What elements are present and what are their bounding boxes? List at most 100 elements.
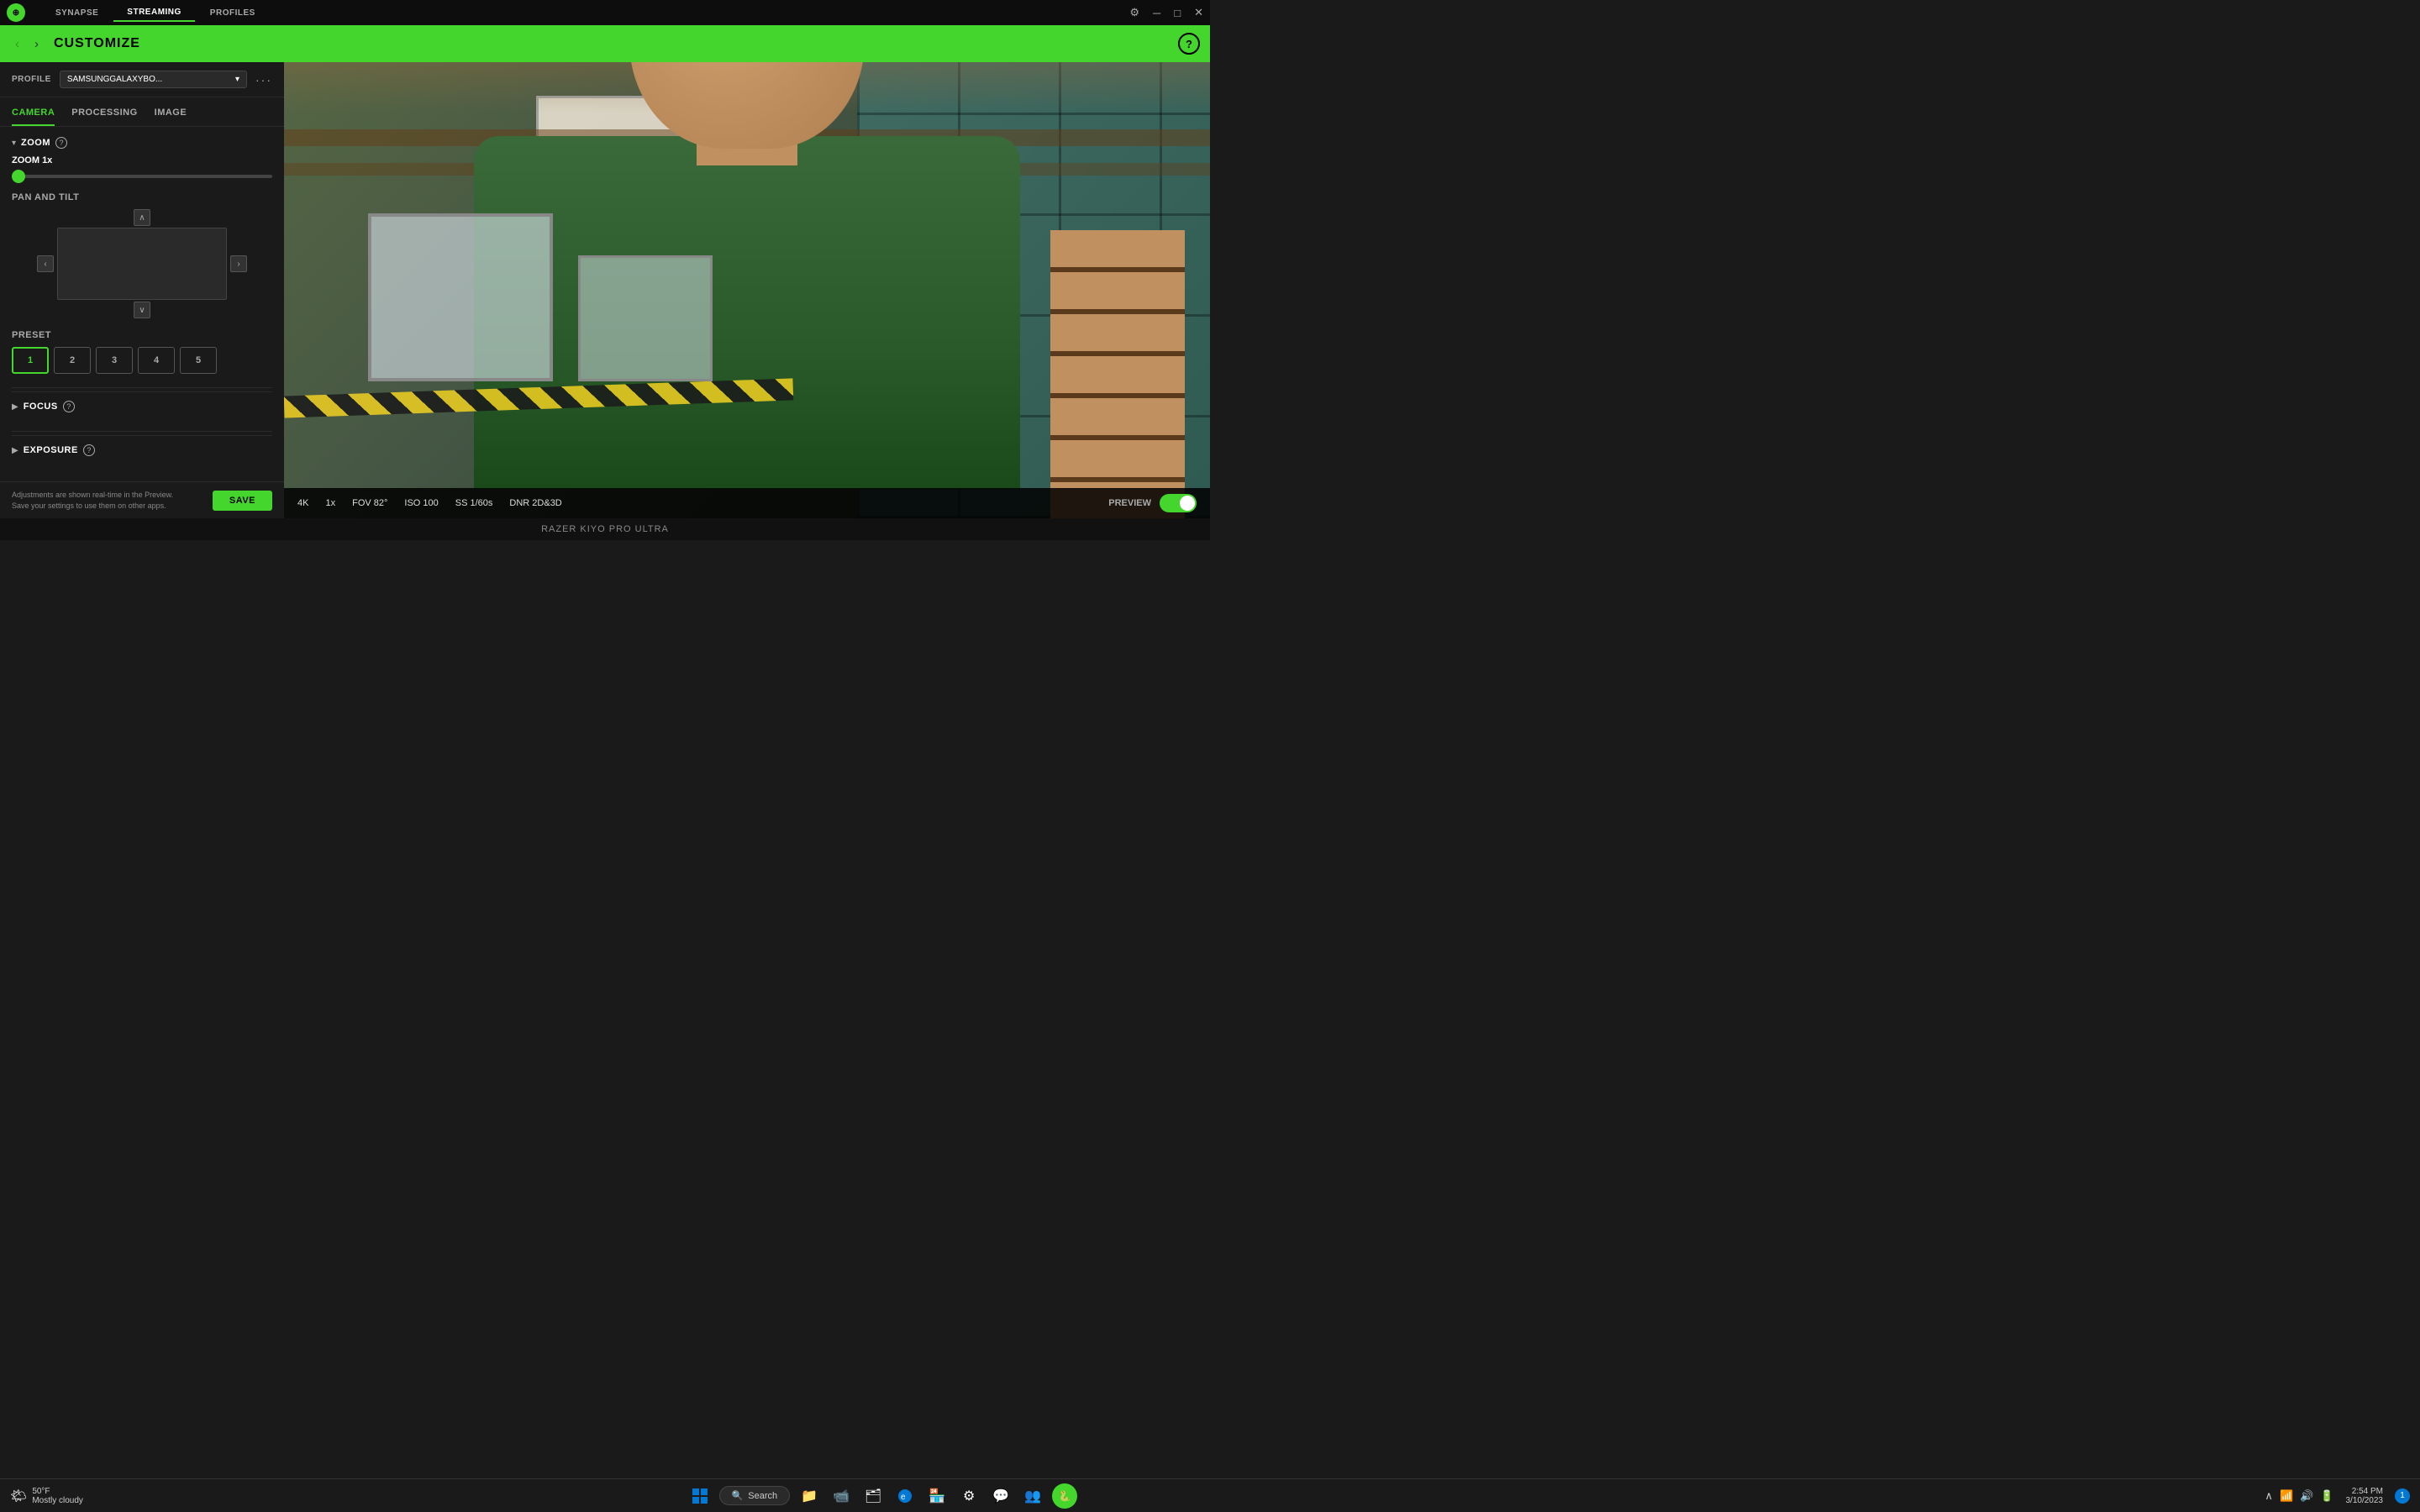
save-bar: Adjustments are shown real-time in the P… (0, 481, 284, 518)
profile-row: PROFILE SAMSUNGGALAXYBO... ▾ ··· (0, 62, 284, 97)
tab-camera[interactable]: CAMERA (12, 102, 55, 126)
zoom-value-label: ZOOM 1x (12, 155, 272, 165)
notification-badge[interactable]: 1 (2395, 1488, 2410, 1504)
taskbar-edge-icon[interactable]: e (892, 1483, 918, 1509)
page-title: CUSTOMIZE (54, 36, 1168, 51)
weather-temp: 50°F (32, 1487, 83, 1496)
taskbar-time: 2:54 PM 3/10/2023 (2346, 1487, 2384, 1505)
nav-streaming[interactable]: STREAMING (113, 4, 195, 22)
preset-buttons: 1 2 3 4 5 (12, 347, 272, 374)
taskbar-settings-icon[interactable]: ⚙ (956, 1483, 981, 1509)
profile-more-button[interactable]: ··· (255, 73, 272, 87)
bg-window-2 (578, 255, 713, 381)
focus-title: FOCUS (24, 402, 58, 412)
status-resolution: 4K (297, 498, 308, 508)
device-bar: RAZER KIYO PRO ULTRA (0, 518, 1210, 540)
header-nav-buttons: ‹ › (10, 35, 44, 53)
taskbar-files-icon[interactable]: 📁 (797, 1483, 822, 1509)
bookshelf (1050, 230, 1185, 518)
camera-preview: 4K 1x FOV 82° ISO 100 SS 1/60s DNR 2D&3D… (284, 62, 1210, 518)
preset-button-1[interactable]: 1 (12, 347, 49, 374)
app-logo: ⊕ (7, 3, 25, 22)
save-button[interactable]: SAVE (213, 491, 272, 511)
window-controls: ⚙ ─ □ ✕ (1129, 6, 1203, 19)
status-dnr: DNR 2D&3D (509, 498, 561, 508)
profile-label: PROFILE (12, 75, 51, 84)
taskbar-store-icon[interactable]: 🏪 (924, 1483, 950, 1509)
weather-text: 50°F Mostly cloudy (32, 1487, 83, 1505)
titlebar-nav: SYNAPSE STREAMING PROFILES (42, 4, 1113, 22)
taskbar-right: ∧ 📶 🔊 🔋 2:54 PM 3/10/2023 1 (2265, 1487, 2410, 1505)
back-button[interactable]: ‹ (10, 35, 24, 53)
exposure-section: ▶ EXPOSURE ? (12, 435, 272, 471)
preset-button-3[interactable]: 3 (96, 347, 133, 374)
volume-icon[interactable]: 🔊 (2300, 1489, 2313, 1503)
battery-icon[interactable]: 🔋 (2320, 1489, 2333, 1503)
preset-button-2[interactable]: 2 (54, 347, 91, 374)
preview-toggle-area: PREVIEW (1108, 494, 1197, 512)
person-body (474, 136, 1020, 489)
profile-select[interactable]: SAMSUNGGALAXYBO... ▾ (60, 71, 247, 88)
minimize-icon[interactable]: ─ (1153, 7, 1160, 19)
status-zoom: 1x (325, 498, 335, 508)
taskbar: 🌤 50°F Mostly cloudy 🔍 Search 📁 📹 🗂 e (0, 1478, 2420, 1512)
nav-synapse[interactable]: SYNAPSE (42, 4, 112, 22)
zoom-current-value: 1x (42, 155, 52, 165)
zoom-section: ▾ ZOOM ? ZOOM 1x (12, 137, 272, 181)
maximize-icon[interactable]: □ (1174, 7, 1181, 19)
focus-section: ▶ FOCUS ? (12, 391, 272, 428)
pan-tilt-control: ∧ ∨ ‹ › (37, 209, 247, 318)
divider-2 (12, 431, 272, 432)
content-area: PROFILE SAMSUNGGALAXYBO... ▾ ··· CAMERA … (0, 62, 1210, 518)
taskbar-icons: 🔍 Search 📁 📹 🗂 e 🏪 ⚙ 💬 👥 🐍 (687, 1483, 1078, 1509)
tab-processing[interactable]: PROCESSING (71, 102, 137, 126)
tab-image[interactable]: IMAGE (155, 102, 187, 126)
zoom-slider[interactable] (12, 175, 272, 178)
status-iso: ISO 100 (404, 498, 438, 508)
preset-button-4[interactable]: 4 (138, 347, 175, 374)
taskbar-chat-icon[interactable]: 💬 (988, 1483, 1013, 1509)
search-bar[interactable]: 🔍 Search (719, 1486, 791, 1505)
weather-icon: 🌤 (10, 1488, 27, 1504)
zoom-help-button[interactable]: ? (55, 137, 67, 149)
focus-collapse-icon[interactable]: ▶ (12, 402, 18, 412)
help-button[interactable]: ? (1178, 33, 1200, 55)
preset-button-5[interactable]: 5 (180, 347, 217, 374)
focus-section-header: ▶ FOCUS ? (12, 401, 272, 412)
taskbar-teams-icon[interactable]: 👥 (1020, 1483, 1045, 1509)
system-tray-icons: ∧ 📶 🔊 🔋 (2265, 1489, 2333, 1503)
pan-up-button[interactable]: ∧ (134, 209, 150, 226)
svg-text:e: e (901, 1493, 906, 1502)
taskbar-folder-icon[interactable]: 🗂 (860, 1483, 886, 1509)
sidebar-content: ▾ ZOOM ? ZOOM 1x PAN AND TILT ∧ ∨ ‹ (0, 127, 284, 481)
network-icon[interactable]: 📶 (2280, 1489, 2293, 1503)
focus-help-button[interactable]: ? (63, 401, 75, 412)
forward-button[interactable]: › (29, 35, 44, 53)
taskbar-video-icon[interactable]: 📹 (829, 1483, 854, 1509)
nav-profiles[interactable]: PROFILES (197, 4, 269, 22)
taskbar-razer-icon[interactable]: 🐍 (1052, 1483, 1077, 1509)
pan-left-button[interactable]: ‹ (37, 255, 54, 272)
tray-expand-icon[interactable]: ∧ (2265, 1489, 2273, 1503)
start-button[interactable] (687, 1483, 713, 1509)
preview-label: PREVIEW (1108, 498, 1151, 508)
pan-tilt-section: PAN AND TILT ∧ ∨ ‹ › (12, 192, 272, 318)
exposure-title: EXPOSURE (24, 445, 78, 455)
weather-widget: 🌤 50°F Mostly cloudy (10, 1487, 83, 1505)
pan-down-button[interactable]: ∨ (134, 302, 150, 318)
pan-right-button[interactable]: › (230, 255, 247, 272)
preset-label: PRESET (12, 330, 272, 340)
profile-value: SAMSUNGGALAXYBO... (67, 75, 162, 84)
exposure-collapse-icon[interactable]: ▶ (12, 446, 18, 455)
settings-icon[interactable]: ⚙ (1129, 6, 1139, 19)
profile-dropdown-icon: ▾ (235, 75, 239, 84)
exposure-help-button[interactable]: ? (83, 444, 95, 456)
preview-toggle[interactable] (1160, 494, 1197, 512)
exposure-section-header: ▶ EXPOSURE ? (12, 444, 272, 456)
save-hint-line1: Adjustments are shown real-time in the P… (12, 490, 201, 501)
header-bar: ‹ › CUSTOMIZE ? (0, 25, 1210, 62)
close-icon[interactable]: ✕ (1194, 6, 1203, 19)
zoom-collapse-icon[interactable]: ▾ (12, 139, 16, 148)
search-text: Search (748, 1491, 777, 1501)
clock-date: 3/10/2023 (2346, 1496, 2384, 1505)
